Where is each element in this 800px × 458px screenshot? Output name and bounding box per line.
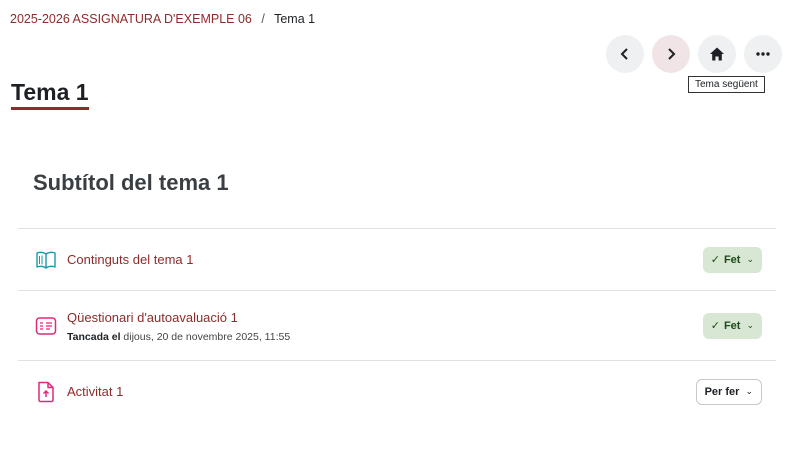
home-icon <box>710 47 724 61</box>
previous-section-button[interactable] <box>606 35 644 73</box>
chevron-down-icon: ⌄ <box>745 386 753 396</box>
activity-dates: Tancada el dijous, 20 de novembre 2025, … <box>67 331 703 343</box>
chevron-right-icon <box>668 48 676 60</box>
check-icon: ✓ <box>710 254 720 266</box>
activity-link[interactable]: Activitat 1 <box>67 384 123 399</box>
chevron-down-icon: ⌄ <box>746 254 754 264</box>
quiz-icon <box>34 314 58 338</box>
completion-status-label: Fet <box>723 319 741 332</box>
activity-link[interactable]: Qüestionari d'autoavaluació 1 <box>67 310 238 325</box>
close-date-label: Tancada el <box>67 330 121 343</box>
activity-link[interactable]: Continguts del tema 1 <box>67 252 193 267</box>
breadcrumb-separator: / <box>261 12 265 26</box>
check-icon: ✓ <box>710 320 720 332</box>
breadcrumb-course-link[interactable]: 2025-2026 ASSIGNATURA D'EXEMPLE 06 <box>10 12 252 26</box>
activity-item: Activitat 1 Per fer ⌄ <box>18 360 776 422</box>
chevron-down-icon: ⌄ <box>746 320 754 330</box>
completion-status-dropdown[interactable]: ✓ Fet ⌄ <box>702 312 762 339</box>
assignment-upload-icon <box>34 380 58 404</box>
next-section-tooltip: Tema següent <box>688 76 765 93</box>
ellipsis-icon <box>756 52 770 56</box>
completion-status-dropdown[interactable]: Per fer ⌄ <box>695 378 762 405</box>
breadcrumb: 2025-2026 ASSIGNATURA D'EXEMPLE 06 / Tem… <box>10 12 315 26</box>
activity-list: Continguts del tema 1 ✓ Fet ⌄ Qüestionar… <box>18 228 776 422</box>
activity-item: Qüestionari d'autoavaluació 1 Tancada el… <box>18 290 776 360</box>
completion-status-label: Fet <box>723 253 741 266</box>
next-section-button[interactable] <box>652 35 690 73</box>
chevron-left-icon <box>620 48 628 60</box>
book-icon <box>34 248 58 272</box>
close-date-value: dijous, 20 de novembre 2025, 11:55 <box>123 330 291 343</box>
breadcrumb-current: Tema 1 <box>274 12 316 26</box>
section-title: Subtítol del tema 1 <box>33 170 229 195</box>
completion-status-label: Per fer <box>704 385 740 398</box>
course-home-button[interactable] <box>698 35 736 73</box>
page-title: Tema 1 <box>11 79 89 110</box>
activity-item: Continguts del tema 1 ✓ Fet ⌄ <box>18 228 776 290</box>
completion-status-dropdown[interactable]: ✓ Fet ⌄ <box>702 246 762 273</box>
more-options-button[interactable] <box>744 35 782 73</box>
